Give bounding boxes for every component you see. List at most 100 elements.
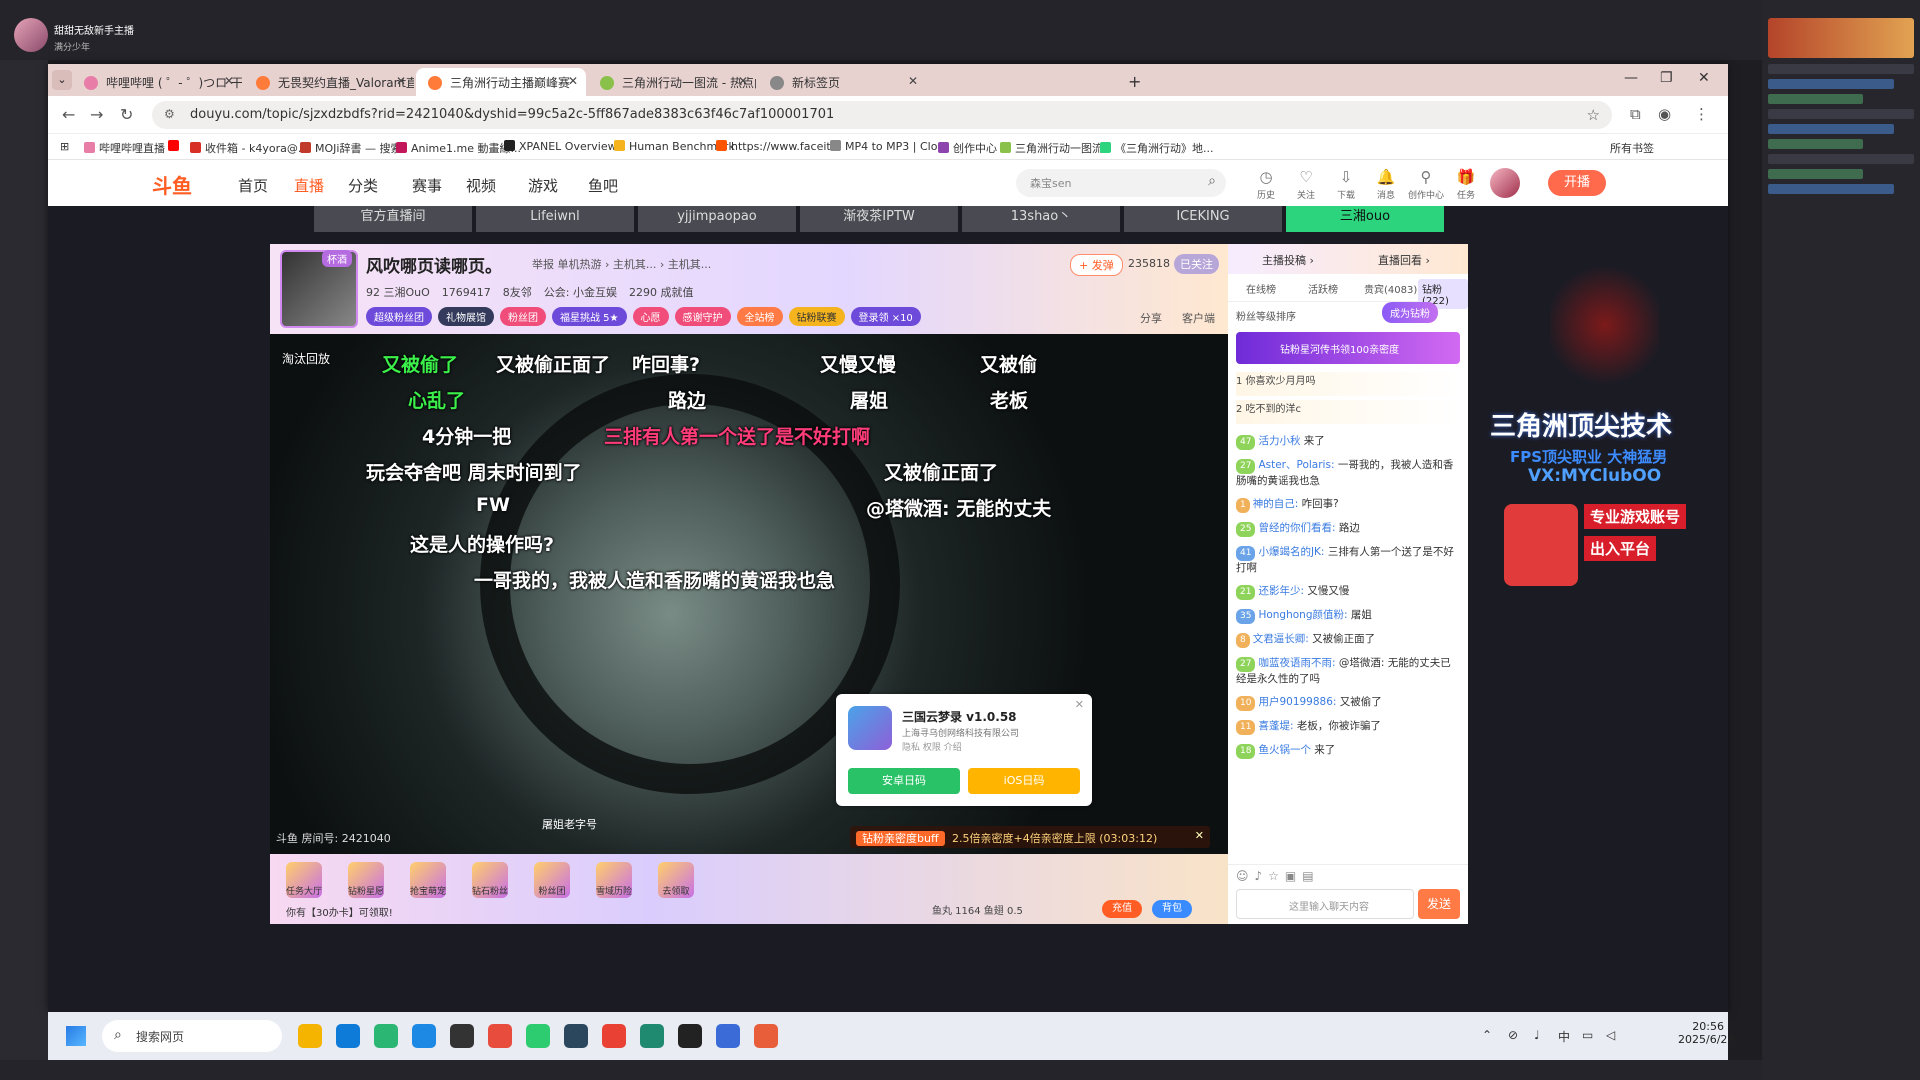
chat-username[interactable]: 还影年少: xyxy=(1258,585,1304,597)
recommend-item[interactable]: 13shao丶 xyxy=(962,206,1120,232)
maximize-button[interactable]: ❐ xyxy=(1660,70,1673,86)
taskbar-app-icon[interactable] xyxy=(564,1024,588,1048)
ios-download-button[interactable]: iOS日码 xyxy=(968,768,1080,794)
chat-message[interactable]: 21 还影年少: 又慢又慢 xyxy=(1228,580,1468,604)
chat-username[interactable]: 小爆竭名的JK: xyxy=(1258,546,1324,558)
taskbar-app-icon[interactable] xyxy=(374,1024,398,1048)
room-badge[interactable]: 粉丝团 xyxy=(500,307,546,326)
header-tool[interactable]: 🎁 任务 xyxy=(1448,168,1484,201)
claim-text[interactable]: 你有【30办卡】可领取! xyxy=(286,904,393,919)
bookmark-item[interactable]: Anime1.me 動畫線... xyxy=(396,140,521,156)
windows-start-icon[interactable] xyxy=(66,1026,86,1046)
chat-username[interactable]: 喜蓬堤: xyxy=(1258,720,1293,732)
room-badge[interactable]: 福星挑战 5★ xyxy=(552,307,627,326)
rank-row[interactable]: 1 你喜欢少月月吗 xyxy=(1236,372,1460,396)
chat-message[interactable]: 18 鱼火锅一个 来了 xyxy=(1228,739,1468,763)
close-icon[interactable]: ✕ xyxy=(1195,829,1204,842)
close-tab-icon[interactable]: ✕ xyxy=(908,74,918,88)
chat-username[interactable]: 活力小秋 xyxy=(1258,435,1300,447)
tab-search-icon[interactable]: ⌄ xyxy=(52,70,72,90)
nav-item[interactable]: 分类 xyxy=(348,175,378,196)
taskbar-app-icon[interactable] xyxy=(450,1024,474,1048)
bookmark-item[interactable]: 三角洲行动一图流 xyxy=(1000,140,1103,156)
new-tab-button[interactable]: + xyxy=(1128,72,1141,91)
mic-icon[interactable]: ♩ xyxy=(1534,1028,1540,1042)
close-tab-icon[interactable]: ✕ xyxy=(738,74,748,88)
recommend-item[interactable]: Lifeiwnl xyxy=(476,206,634,232)
network-icon[interactable]: ⊘ xyxy=(1508,1028,1518,1042)
profile-icon[interactable]: ◉ xyxy=(1658,105,1671,123)
browser-tab[interactable]: 新标签页 ✕ xyxy=(758,68,926,96)
chat-username[interactable]: 咖蓝夜语雨不雨: xyxy=(1258,657,1335,669)
room-category[interactable]: 举报 单机热游 › 主机其... › 主机其... xyxy=(532,256,711,272)
bookmark-item[interactable]: MP4 to MP3 | Clo... xyxy=(830,140,948,153)
site-info-icon[interactable]: ⚙ xyxy=(164,107,175,121)
search-icon[interactable]: ⌕ xyxy=(1208,173,1216,189)
host-avatar[interactable]: 杯酒 xyxy=(280,250,358,328)
chat-message[interactable]: 27 咖蓝夜语雨不雨: @塔微酒: 无能的丈夫已经是永久性的了吗 xyxy=(1228,652,1468,691)
room-badge[interactable]: 钻粉联赛 xyxy=(788,307,845,326)
room-badge[interactable]: 感谢守护 xyxy=(674,307,731,326)
go-live-button[interactable]: 开播 xyxy=(1548,170,1606,196)
recharge-button[interactable]: 充值 xyxy=(1102,900,1142,918)
taskbar-app-icon[interactable] xyxy=(526,1024,550,1048)
taskbar-app-icon[interactable] xyxy=(298,1024,322,1048)
replay-link[interactable]: 直播回看 › xyxy=(1378,252,1430,268)
browser-tab[interactable]: 无畏契约直播_Valorant直播_无✕ xyxy=(244,68,414,96)
nav-item[interactable]: 视频 xyxy=(466,175,496,196)
taskbar-app-icon[interactable] xyxy=(678,1024,702,1048)
taskbar-app-icon[interactable] xyxy=(640,1024,664,1048)
fan-banner[interactable]: 钻粉星河传书领100亲密度 xyxy=(1236,332,1460,364)
room-badge[interactable]: 全站榜 xyxy=(736,307,783,326)
recommend-item[interactable]: 三湘ouo xyxy=(1286,206,1444,232)
tray-chevron-icon[interactable]: ⌃ xyxy=(1482,1028,1492,1042)
chat-username[interactable]: 鱼火锅一个 xyxy=(1258,744,1311,756)
chat-username[interactable]: Aster、Polaris: xyxy=(1258,459,1334,471)
bookmark-item[interactable]: MOJi辞書 — 搜索 xyxy=(300,140,401,156)
douyu-search-input[interactable]: 森宝sen ⌕ xyxy=(1016,169,1226,197)
game-ad-card[interactable]: 三国云梦录 v1.0.58 上海寻乌创网络科技有限公司 隐私 权限 介绍 安卓日… xyxy=(836,694,1092,806)
nav-item[interactable]: 鱼吧 xyxy=(588,175,618,196)
display-icon[interactable]: ▭ xyxy=(1582,1028,1593,1042)
header-tool[interactable]: 🔔 消息 xyxy=(1368,168,1404,201)
recommend-item[interactable]: yjjimpaopao xyxy=(638,206,796,232)
room-badge[interactable]: 登录领 ×10 xyxy=(850,307,921,326)
apps-icon[interactable]: ⊞ xyxy=(60,140,69,153)
close-tab-icon[interactable]: ✕ xyxy=(224,74,234,88)
bookmark-item[interactable]: XPANEL Overview... xyxy=(504,140,626,153)
close-icon[interactable]: ✕ xyxy=(1075,698,1084,711)
bookmark-item[interactable]: 哔哩哔哩直播 xyxy=(84,140,165,156)
chat-message[interactable]: 25 曾经的你们看看: 路边 xyxy=(1228,517,1468,541)
browser-tab[interactable]: 三角洲行动一图流 - 热点内容✕ xyxy=(588,68,756,96)
game-links[interactable]: 隐私 权限 介绍 xyxy=(902,740,962,753)
tab-online[interactable]: 在线榜 xyxy=(1246,281,1276,296)
chat-username[interactable]: 用户90199886: xyxy=(1258,696,1336,708)
taskbar-app-icon[interactable] xyxy=(488,1024,512,1048)
taskbar-app-icon[interactable] xyxy=(602,1024,626,1048)
nav-item[interactable]: 首页 xyxy=(238,175,268,196)
bookmark-item[interactable]: 《三角洲行动》地... xyxy=(1100,140,1214,156)
forward-icon[interactable]: → xyxy=(90,105,103,124)
all-bookmarks[interactable]: 所有书签 xyxy=(1610,140,1654,156)
tab-active[interactable]: 活跃榜 xyxy=(1308,281,1338,296)
back-icon[interactable]: ← xyxy=(62,105,75,124)
recommend-item[interactable]: 渐夜茶IPTW xyxy=(800,206,958,232)
extensions-icon[interactable]: ⧉ xyxy=(1630,105,1641,123)
become-fan-button[interactable]: 成为钻粉 xyxy=(1382,302,1438,323)
user-avatar[interactable] xyxy=(1490,168,1520,198)
bookmark-item[interactable] xyxy=(168,140,183,153)
chat-username[interactable]: Honghong颜值粉: xyxy=(1258,609,1347,621)
close-tab-icon[interactable]: ✕ xyxy=(568,74,578,88)
header-tool[interactable]: ◷ 历史 xyxy=(1248,168,1284,201)
recommend-item[interactable]: 官方直播间 xyxy=(314,206,472,232)
volume-icon[interactable]: ◁ xyxy=(1606,1028,1615,1042)
url-field[interactable]: ⚙ douyu.com/topic/sjzxdzbdfs?rid=2421040… xyxy=(152,101,1612,129)
close-tab-icon[interactable]: ✕ xyxy=(396,74,406,88)
chat-message[interactable]: 47 活力小秋 来了 xyxy=(1228,430,1468,454)
bookmark-item[interactable]: https://www.faceit... xyxy=(716,140,841,153)
taskbar-search[interactable]: ⌕ 搜索网页 xyxy=(102,1020,282,1052)
share-button[interactable]: 分享 xyxy=(1140,310,1162,326)
android-download-button[interactable]: 安卓日码 xyxy=(848,768,960,794)
menu-icon[interactable]: ⋮ xyxy=(1694,105,1709,123)
chat-message[interactable]: 41 小爆竭名的JK: 三排有人第一个送了是不好打啊 xyxy=(1228,541,1468,580)
